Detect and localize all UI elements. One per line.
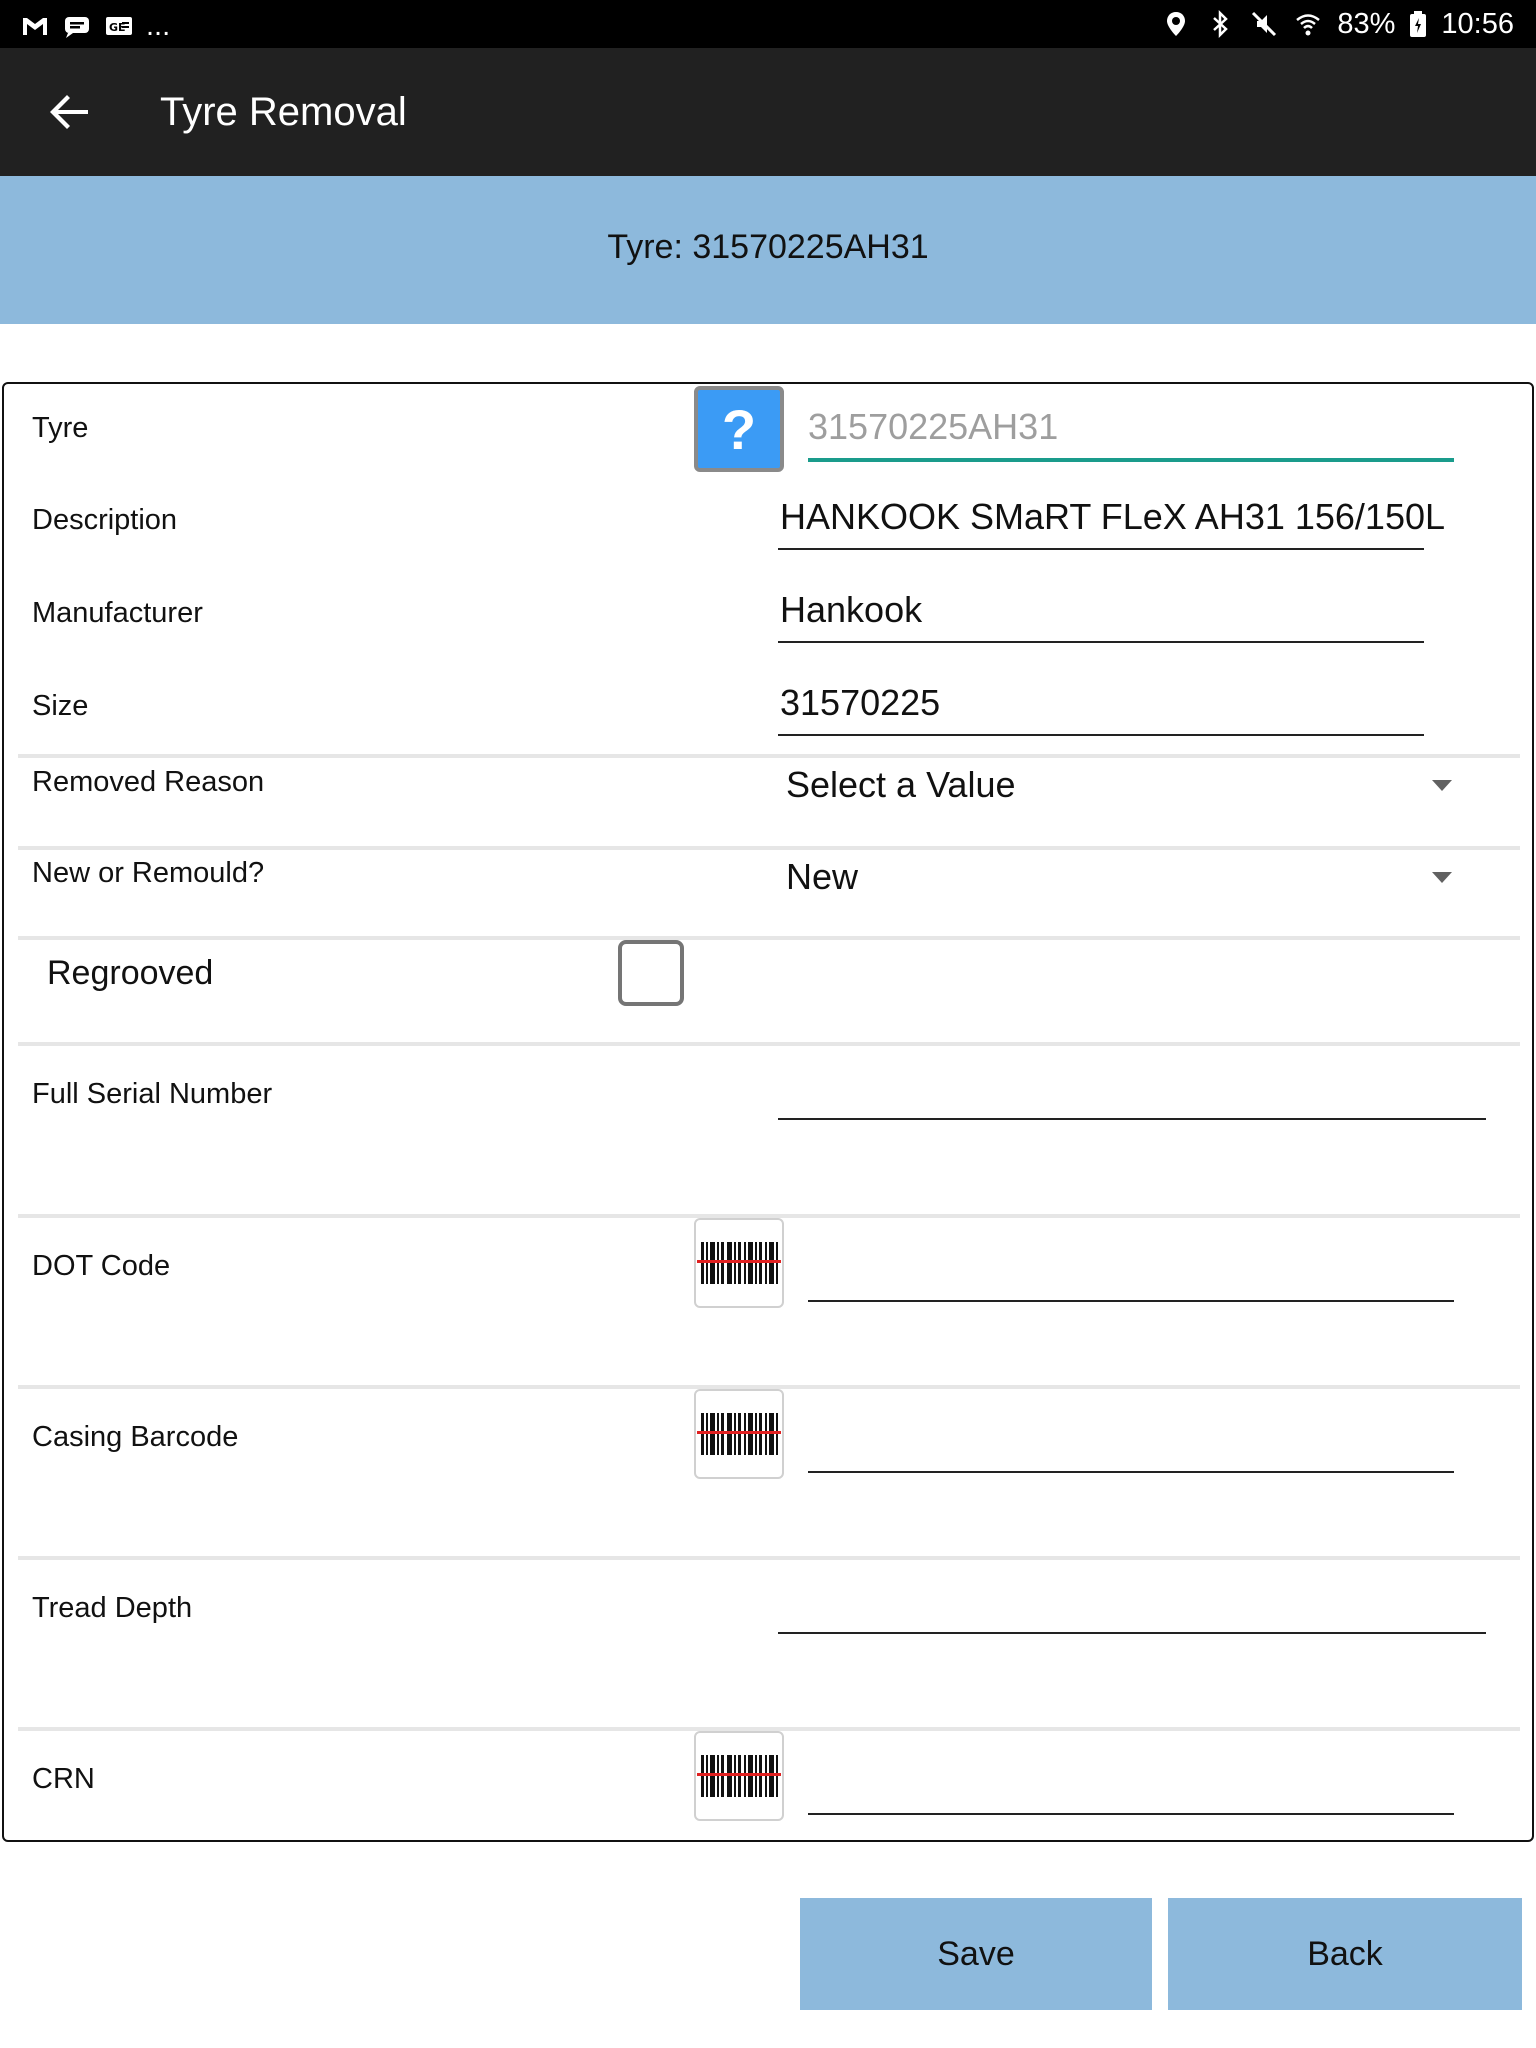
tyre-underline (808, 458, 1454, 462)
full-serial-number-underline (778, 1118, 1486, 1120)
messages-icon (62, 11, 92, 41)
divider (18, 1556, 1520, 1560)
wifi-icon (1293, 9, 1323, 39)
location-icon (1161, 9, 1191, 39)
regrooved-label: Regrooved (47, 954, 214, 992)
mute-icon (1249, 9, 1279, 39)
chevron-down-icon (1432, 872, 1452, 883)
tyre-help-button[interactable]: ? (694, 386, 784, 472)
casing-barcode-field[interactable] (808, 1417, 1454, 1477)
size-underline (778, 734, 1424, 736)
divider (18, 936, 1520, 940)
dot-code-scan-button[interactable] (694, 1218, 784, 1308)
tyre-header-band: Tyre: 31570225AH31 (0, 176, 1536, 324)
size-value: 31570225 (780, 682, 941, 723)
tread-depth-label: Tread Depth (32, 1592, 193, 1624)
manufacturer-field[interactable]: Hankook (778, 587, 1424, 647)
removed-reason-select[interactable]: Select a Value (786, 756, 1462, 820)
size-field[interactable]: 31570225 (778, 680, 1424, 740)
barcode-icon (697, 1755, 781, 1797)
description-field[interactable]: HANKOOK SMaRT FLeX AH31 156/150L (778, 494, 1445, 554)
crn-field[interactable] (808, 1759, 1454, 1819)
description-label: Description (32, 504, 178, 536)
casing-barcode-label: Casing Barcode (32, 1421, 239, 1453)
gmail-icon (20, 11, 50, 41)
removed-reason-value: Select a Value (786, 764, 1016, 805)
tread-depth-underline (778, 1632, 1486, 1634)
back-arrow-icon[interactable] (48, 90, 92, 134)
new-or-remould-value: New (786, 856, 859, 897)
barcode-icon (697, 1413, 781, 1455)
dot-code-underline (808, 1300, 1454, 1302)
size-label: Size (32, 690, 89, 722)
tyre-form: Tyre ? 31570225AH31 Description HANKOOK … (2, 382, 1534, 1842)
tread-depth-field[interactable] (778, 1578, 1486, 1638)
removed-reason-label: Removed Reason (32, 766, 265, 798)
description-underline (778, 548, 1424, 550)
dot-code-field[interactable] (808, 1246, 1454, 1306)
description-value: HANKOOK SMaRT FLeX AH31 156/150L (780, 496, 1446, 537)
tyre-label: Tyre (32, 412, 89, 444)
crn-scan-button[interactable] (694, 1731, 784, 1821)
regrooved-checkbox[interactable] (618, 940, 684, 1006)
app-bar: Tyre Removal (0, 48, 1536, 176)
battery-percent: 83% (1337, 8, 1396, 40)
battery-icon (1409, 9, 1427, 39)
tyre-value: 31570225AH31 (808, 406, 1059, 447)
question-mark-icon: ? (721, 397, 757, 461)
bluetooth-icon (1205, 9, 1235, 39)
manufacturer-underline (778, 641, 1424, 643)
casing-barcode-underline (808, 1471, 1454, 1473)
tyre-field[interactable]: 31570225AH31 (808, 404, 1454, 464)
news-icon: GE (104, 11, 134, 41)
crn-label: CRN (32, 1763, 95, 1795)
tyre-header-text: Tyre: 31570225AH31 (607, 228, 929, 266)
barcode-icon (697, 1242, 781, 1284)
status-left: GE ... (20, 8, 170, 44)
chevron-down-icon (1432, 780, 1452, 791)
new-or-remould-select[interactable]: New (786, 848, 1462, 912)
new-or-remould-label: New or Remould? (32, 857, 265, 889)
full-serial-number-label: Full Serial Number (32, 1078, 273, 1110)
status-bar: GE ... 83% 10:56 (0, 0, 1536, 48)
back-button[interactable]: Back (1168, 1898, 1522, 2010)
dot-code-label: DOT Code (32, 1250, 171, 1282)
manufacturer-value: Hankook (780, 589, 923, 630)
divider (18, 1042, 1520, 1046)
page-title: Tyre Removal (160, 90, 407, 134)
crn-underline (808, 1813, 1454, 1815)
full-serial-number-field[interactable] (778, 1064, 1486, 1124)
status-more: ... (146, 10, 171, 42)
save-button[interactable]: Save (800, 1898, 1152, 2010)
status-right: 83% 10:56 (1161, 6, 1514, 42)
clock: 10:56 (1441, 8, 1514, 40)
casing-barcode-scan-button[interactable] (694, 1389, 784, 1479)
manufacturer-label: Manufacturer (32, 597, 203, 629)
